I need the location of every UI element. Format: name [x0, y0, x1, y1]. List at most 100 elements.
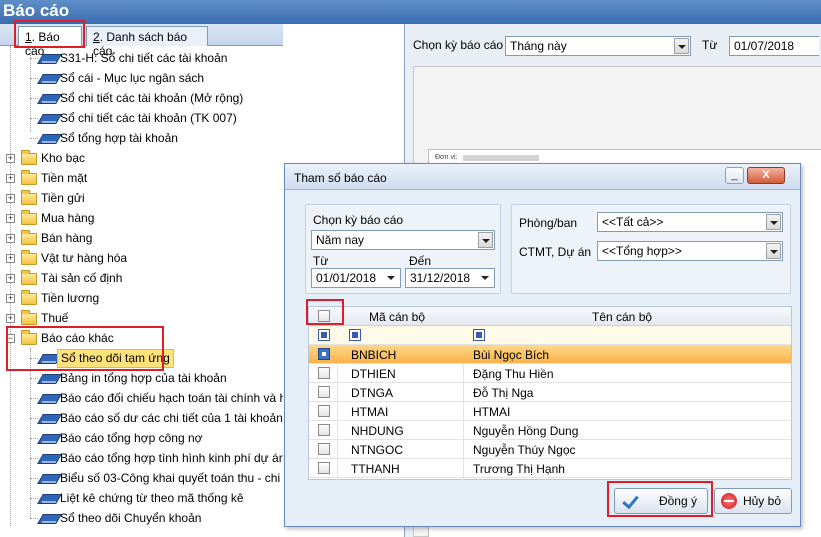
expand-icon[interactable]: +: [6, 214, 15, 223]
row-checkbox[interactable]: [318, 443, 330, 455]
dlg-period-combo[interactable]: Năm nay: [311, 230, 495, 250]
tree-item[interactable]: Bảng in tổng hợp của tài khoản: [0, 368, 283, 388]
tree-item[interactable]: Báo cáo tổng hợp tình hình kinh phí dự á…: [0, 448, 283, 468]
folder-icon: [21, 210, 37, 225]
report-book-icon: [40, 52, 58, 64]
dialog-title: Tham số báo cáo: [294, 171, 387, 185]
table-row[interactable]: DTHIEN Đặng Thu Hiền: [309, 364, 791, 383]
folder-icon: [21, 310, 37, 325]
report-params-dialog: Tham số báo cáo _ X Chọn kỳ báo cáo Năm …: [284, 163, 801, 527]
expand-icon[interactable]: +: [6, 294, 15, 303]
tree-folder[interactable]: + Tài sản cố định: [0, 268, 283, 288]
minimize-button[interactable]: _: [725, 167, 744, 184]
dlg-from-label: Từ: [313, 254, 329, 268]
cell-name: Nguyễn Thúy Ngọc: [473, 443, 576, 457]
tree-item[interactable]: Báo cáo tổng hợp công nợ: [0, 428, 283, 448]
tree-item[interactable]: Sổ chi tiết các tài khoản (Mở rộng): [0, 88, 283, 108]
col-header-code[interactable]: Mã cán bộ: [369, 310, 425, 324]
dlg-to-date[interactable]: 31/12/2018: [405, 268, 495, 288]
tree-item[interactable]: S31-H: Sổ chi tiết các tài khoản: [0, 48, 283, 68]
expand-icon[interactable]: +: [6, 314, 15, 323]
table-row[interactable]: TTHANH Trương Thị Hạnh: [309, 459, 791, 478]
dialog-titlebar: Tham số báo cáo _ X: [285, 164, 800, 190]
from-date-field[interactable]: 01/07/2018: [729, 36, 819, 56]
tree-item[interactable]: Báo cáo đối chiếu hạch toán tài chính và…: [0, 388, 283, 408]
tree-item[interactable]: Liệt kê chứng từ theo mã thống kê: [0, 488, 283, 508]
tree-item[interactable]: Sổ chi tiết các tài khoản (TK 007): [0, 108, 283, 128]
chevron-down-icon[interactable]: [478, 270, 493, 286]
cell-name: Đặng Thu Hiền: [473, 367, 554, 381]
row-checkbox[interactable]: [318, 348, 330, 360]
chevron-down-icon[interactable]: [674, 38, 689, 54]
close-button[interactable]: X: [747, 167, 785, 184]
row-checkbox[interactable]: [318, 386, 330, 398]
row-checkbox[interactable]: [318, 405, 330, 417]
expand-icon[interactable]: +: [6, 274, 15, 283]
report-book-icon: [40, 72, 58, 84]
expand-icon[interactable]: +: [6, 234, 15, 243]
dlg-to-label: Đến: [409, 254, 432, 268]
report-book-icon: [40, 452, 58, 464]
report-book-icon: [40, 512, 58, 524]
folder-icon: [21, 150, 37, 165]
tree-folder[interactable]: + Kho bạc: [0, 148, 283, 168]
highlight-box: [306, 299, 344, 325]
filter-icon[interactable]: [318, 329, 330, 341]
expand-icon[interactable]: +: [6, 194, 15, 203]
col-header-name[interactable]: Tên cán bộ: [592, 310, 652, 324]
tree-item[interactable]: Sổ tổng hợp tài khoản: [0, 128, 283, 148]
tree-folder[interactable]: + Mua hàng: [0, 208, 283, 228]
tree-folder[interactable]: + Thuế: [0, 308, 283, 328]
tree-item[interactable]: Sổ theo dõi Chuyển khoản: [0, 508, 283, 528]
tree-item[interactable]: Báo cáo số dư các chi tiết của 1 tài kho…: [0, 408, 283, 428]
tree-folder-label: Kho bạc: [41, 151, 86, 165]
tree-item-label: Sổ cái - Mục lục ngân sách: [60, 71, 205, 85]
expand-icon[interactable]: +: [6, 174, 15, 183]
cell-code: DTHIEN: [351, 367, 396, 381]
folder-icon: [21, 190, 37, 205]
project-combo[interactable]: <<Tổng hợp>>: [597, 241, 783, 261]
tab-report-list[interactable]: 2. Danh sách báo cáo: [86, 26, 208, 58]
tree-folder[interactable]: + Tiền gửi: [0, 188, 283, 208]
cell-code: BNBICH: [351, 348, 397, 362]
chevron-down-icon[interactable]: [766, 243, 781, 259]
tree-folder[interactable]: + Tiền mặt: [0, 168, 283, 188]
tree-item-label: Bảng in tổng hợp của tài khoản: [60, 371, 227, 385]
period-combo[interactable]: Tháng này: [505, 36, 691, 56]
tree-item-label: Biểu số 03-Công khai quyết toán thu - ch…: [60, 471, 283, 485]
dept-combo[interactable]: <<Tất cả>>: [597, 212, 783, 232]
chevron-down-icon[interactable]: [766, 214, 781, 230]
tree-item-label: Sổ chi tiết các tài khoản (TK 007): [60, 111, 237, 125]
table-row[interactable]: BNBICH Bùi Ngọc Bích: [309, 345, 791, 364]
report-book-icon: [40, 412, 58, 424]
table-row[interactable]: DTNGA Đỗ Thị Nga: [309, 383, 791, 402]
tree-folder[interactable]: + Tiền lương: [0, 288, 283, 308]
tree-folder[interactable]: + Bán hàng: [0, 228, 283, 248]
row-checkbox[interactable]: [318, 424, 330, 436]
expand-icon[interactable]: +: [6, 254, 15, 263]
filter-icon[interactable]: [473, 329, 485, 341]
report-book-icon: [40, 132, 58, 144]
table-row[interactable]: NTNGOC Nguyễn Thúy Ngọc: [309, 440, 791, 459]
tree-item[interactable]: Sổ cái - Mục lục ngân sách: [0, 68, 283, 88]
cancel-button[interactable]: Hủy bỏ: [714, 488, 792, 514]
tree-folder-label: Tiền mặt: [41, 171, 88, 185]
filter-icon[interactable]: [349, 329, 361, 341]
row-checkbox[interactable]: [318, 367, 330, 379]
table-row[interactable]: HTMAI HTMAI: [309, 402, 791, 421]
report-book-icon: [40, 372, 58, 384]
cancel-icon: [721, 493, 737, 509]
grid-header: Mã cán bộ Tên cán bộ: [309, 307, 791, 326]
report-book-icon: [40, 112, 58, 124]
cell-name: Đỗ Thị Nga: [473, 386, 534, 400]
tree-folder[interactable]: + Vật tư hàng hóa: [0, 248, 283, 268]
app-title: Báo cáo: [0, 0, 821, 24]
row-checkbox[interactable]: [318, 462, 330, 474]
expand-icon[interactable]: +: [6, 154, 15, 163]
chevron-down-icon[interactable]: [478, 232, 493, 248]
table-row[interactable]: NHDUNG Nguyễn Hồng Dung: [309, 421, 791, 440]
tree-item-label: Báo cáo đối chiếu hạch toán tài chính và…: [60, 391, 283, 405]
chevron-down-icon[interactable]: [384, 270, 399, 286]
dlg-from-date[interactable]: 01/01/2018: [311, 268, 401, 288]
tree-item[interactable]: Biểu số 03-Công khai quyết toán thu - ch…: [0, 468, 283, 488]
